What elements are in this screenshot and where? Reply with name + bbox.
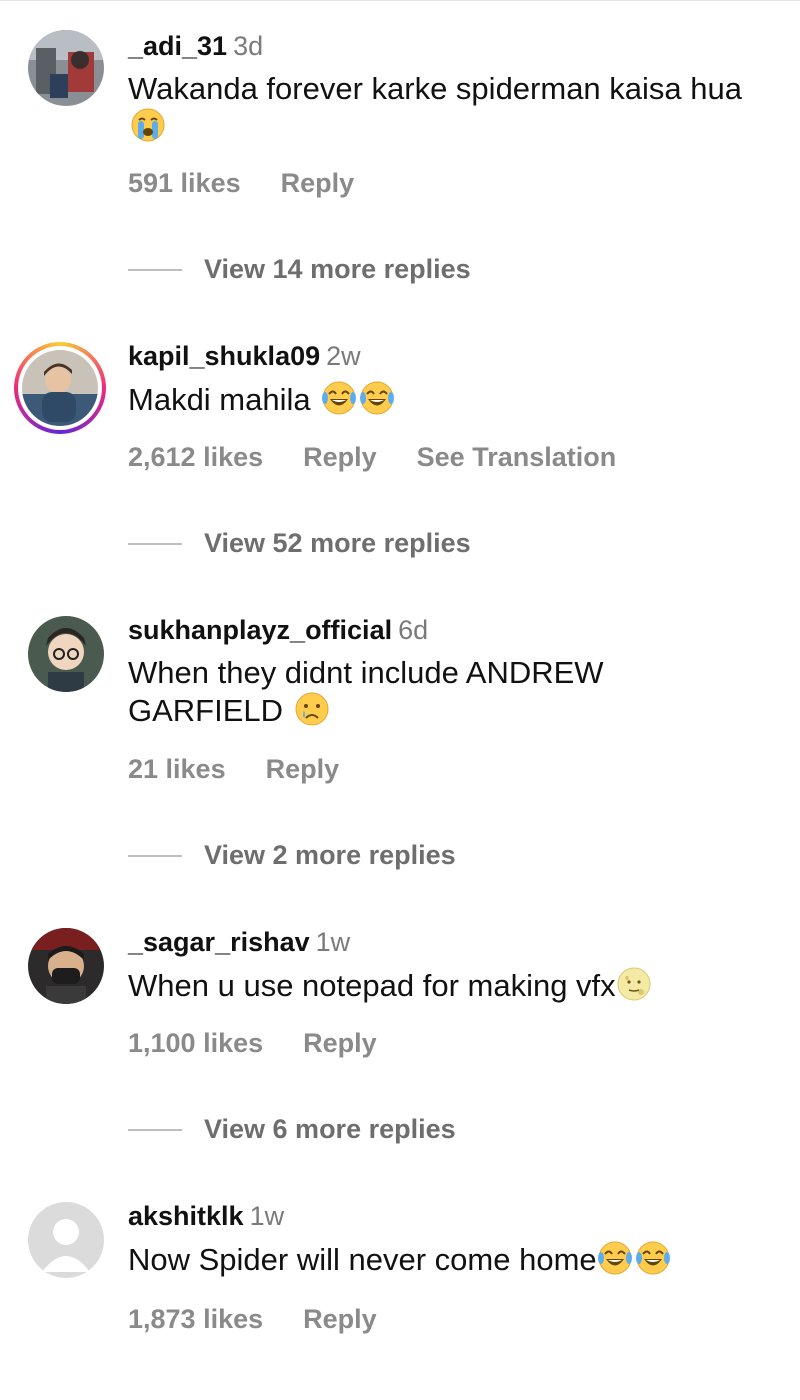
- comment-body: Now Spider will never come home: [128, 1242, 597, 1277]
- comment-actions: 591 likes Reply: [128, 168, 394, 199]
- replies-divider: [128, 542, 182, 545]
- comment-meta: sukhanplayz_official 6d: [128, 614, 428, 646]
- view-replies-label[interactable]: View 52 more replies: [204, 528, 471, 559]
- tears-of-joy-face-icon: [322, 381, 357, 415]
- comment-body: Makdi mahila: [128, 382, 311, 417]
- reply-button[interactable]: Reply: [303, 1028, 377, 1058]
- view-replies-button[interactable]: View 52 more replies: [128, 528, 471, 559]
- comment-text: When they didnt include ANDREW GARFIELD: [128, 654, 688, 729]
- tears-of-joy-face-icon: [360, 381, 395, 415]
- loudly-crying-face-icon: [131, 108, 165, 142]
- reply-button[interactable]: Reply: [303, 1304, 377, 1334]
- comment-meta: _adi_31 3d: [128, 30, 263, 62]
- view-replies-label[interactable]: View 14 more replies: [204, 254, 471, 285]
- avatar[interactable]: [28, 928, 104, 1004]
- comment-meta: kapil_shukla09 2w: [128, 340, 361, 372]
- likes-count[interactable]: 1,873 likes: [128, 1304, 263, 1334]
- moon-face-icon: [617, 967, 651, 1001]
- timestamp: 1w: [315, 927, 351, 957]
- comment-body: Wakanda forever karke spiderman kaisa hu…: [128, 71, 742, 106]
- comment-meta: _sagar_rishav 1w: [128, 926, 350, 958]
- replies-divider: [128, 854, 182, 857]
- comment-text: Makdi mahila: [128, 380, 768, 418]
- timestamp: 6d: [398, 615, 429, 645]
- username[interactable]: _sagar_rishav: [128, 927, 310, 957]
- avatar[interactable]: [28, 616, 104, 692]
- likes-count[interactable]: 591 likes: [128, 168, 241, 198]
- avatar-placeholder[interactable]: [28, 1202, 104, 1278]
- comment-actions: 21 likes Reply: [128, 754, 379, 785]
- crying-face-icon: [295, 692, 329, 726]
- replies-divider: [128, 268, 182, 271]
- comment-text: Wakanda forever karke spiderman kaisa hu…: [128, 70, 768, 145]
- comment-actions: 1,873 likes Reply: [128, 1304, 417, 1335]
- comment-body: When u use notepad for making vfx: [128, 968, 616, 1003]
- likes-count[interactable]: 2,612 likes: [128, 442, 263, 472]
- reply-button[interactable]: Reply: [266, 754, 340, 784]
- tears-of-joy-face-icon: [635, 1241, 670, 1275]
- view-replies-button[interactable]: View 2 more replies: [128, 840, 456, 871]
- view-replies-label[interactable]: View 6 more replies: [204, 1114, 456, 1145]
- view-replies-button[interactable]: View 6 more replies: [128, 1114, 456, 1145]
- comment-meta: akshitklk 1w: [128, 1200, 284, 1232]
- likes-count[interactable]: 21 likes: [128, 754, 226, 784]
- likes-count[interactable]: 1,100 likes: [128, 1028, 263, 1058]
- username[interactable]: kapil_shukla09: [128, 341, 320, 371]
- timestamp: 3d: [233, 31, 264, 61]
- comment-body: When they didnt include ANDREW GARFIELD: [128, 655, 604, 728]
- username[interactable]: akshitklk: [128, 1201, 244, 1231]
- reply-button[interactable]: Reply: [303, 442, 377, 472]
- timestamp: 1w: [249, 1201, 285, 1231]
- view-replies-button[interactable]: View 14 more replies: [128, 254, 471, 285]
- tears-of-joy-face-icon: [597, 1241, 632, 1275]
- comment-actions: 2,612 likes Reply See Translation: [128, 442, 656, 473]
- timestamp: 2w: [326, 341, 361, 371]
- top-divider: [0, 0, 800, 1]
- see-translation-button[interactable]: See Translation: [417, 442, 617, 472]
- avatar[interactable]: [28, 30, 104, 106]
- reply-button[interactable]: Reply: [281, 168, 355, 198]
- comment-text: When u use notepad for making vfx: [128, 966, 768, 1004]
- avatar-story-ring[interactable]: [14, 342, 106, 434]
- comment-text: Now Spider will never come home: [128, 1240, 768, 1278]
- avatar: [22, 350, 98, 426]
- comment-actions: 1,100 likes Reply: [128, 1028, 417, 1059]
- replies-divider: [128, 1128, 182, 1131]
- username[interactable]: _adi_31: [128, 31, 227, 61]
- view-replies-label[interactable]: View 2 more replies: [204, 840, 456, 871]
- default-user-icon: [28, 1202, 104, 1278]
- username[interactable]: sukhanplayz_official: [128, 615, 392, 645]
